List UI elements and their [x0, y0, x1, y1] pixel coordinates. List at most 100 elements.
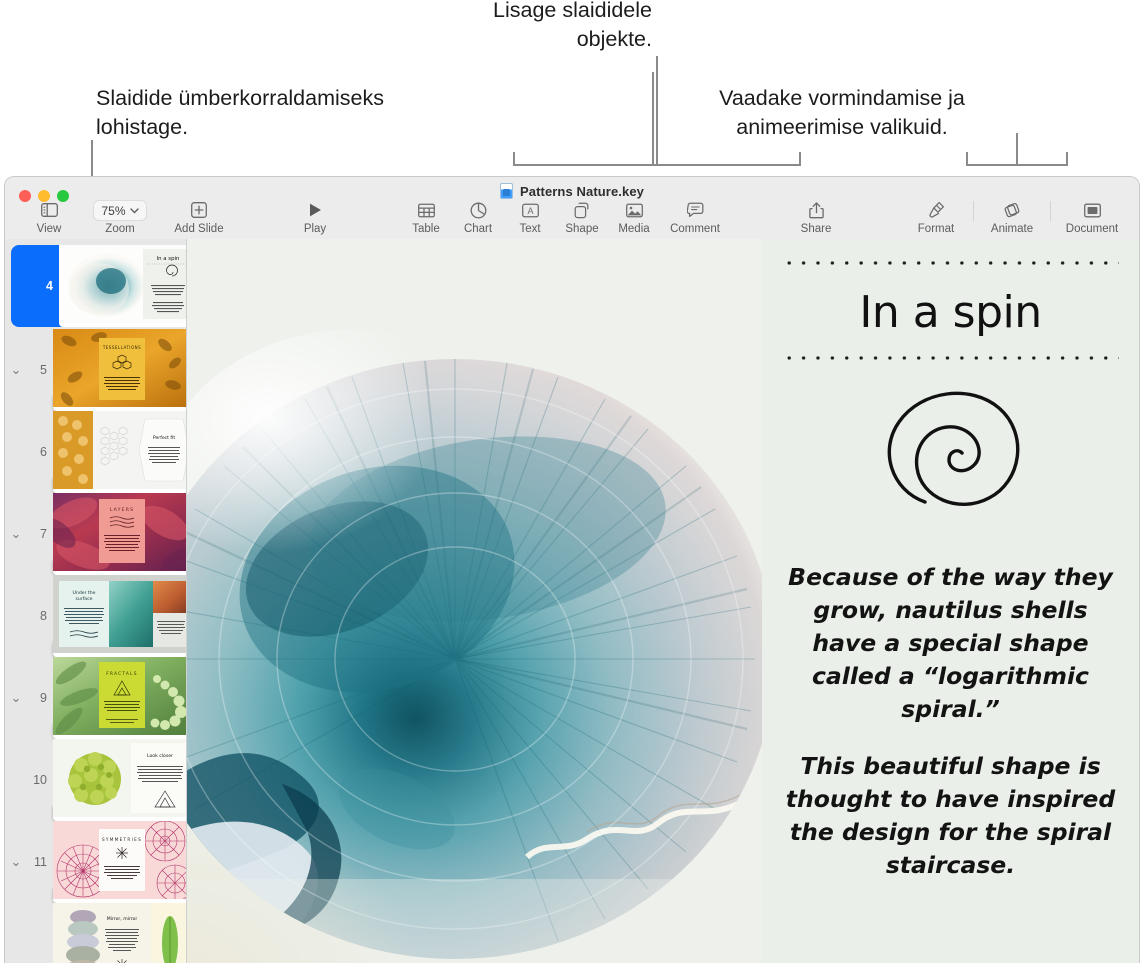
logarithmic-spiral-icon[interactable]	[863, 378, 1039, 525]
zoom-label: Zoom	[105, 223, 134, 235]
slide-text-panel[interactable]: In a spin Because of the way they grow, …	[762, 239, 1139, 963]
slide-paragraph-2[interactable]: This beautiful shape is thought to have …	[782, 750, 1119, 882]
slide-disclosure-9[interactable]: ⌄	[5, 690, 27, 706]
slide-thumbnail-12[interactable]: Mirror, mirror	[5, 903, 186, 963]
shapes-icon	[574, 199, 591, 221]
keynote-document-icon	[500, 183, 513, 199]
leader-line-format-left	[652, 72, 654, 164]
view-button[interactable]: View	[19, 199, 79, 235]
window-titlebar: Patterns Nature.key	[5, 177, 1139, 240]
callout-reorder-slides: Slaidide ümberkorraldamiseks lohistage.	[96, 84, 496, 142]
insert-text-button[interactable]: A Text	[504, 199, 556, 235]
zoom-control[interactable]: 75% Zoom	[83, 199, 157, 235]
slide-number-5: 5	[27, 363, 47, 377]
slide-disclosure-11[interactable]: ⌄	[5, 854, 27, 870]
format-label: Format	[918, 223, 954, 235]
slide-number-9: 9	[27, 691, 47, 705]
screenshot-root: Slaidide ümberkorraldamiseks lohistage. …	[0, 0, 1144, 963]
slide-thumb-wrap-8: Under the surface	[53, 575, 187, 658]
keynote-window: Patterns Nature.key	[4, 176, 1140, 963]
sidebar-icon	[41, 199, 58, 221]
current-slide[interactable]: In a spin Because of the way they grow, …	[187, 239, 1139, 963]
insert-comment-button[interactable]: Comment	[660, 199, 730, 235]
plus-box-icon	[191, 199, 207, 221]
insert-chart-label: Chart	[464, 223, 492, 235]
play-label: Play	[304, 223, 326, 235]
share-button[interactable]: Share	[786, 199, 846, 235]
document-title: Patterns Nature.key	[520, 184, 644, 199]
slide-thumb-wrap-7: LAYERS	[53, 493, 187, 576]
leader-bracket-format-left-tick	[966, 152, 968, 166]
slide-thumbnail-11[interactable]: ⌄ 11	[5, 821, 186, 903]
spiral-graphic-holder	[776, 378, 1125, 525]
slide-thumbnail-7[interactable]: ⌄ 7	[5, 493, 186, 575]
view-label: View	[37, 223, 62, 235]
toolbar-separator-2	[1050, 201, 1051, 221]
document-button[interactable]: Document	[1057, 199, 1127, 235]
slide-thumbnail-4[interactable]: 4	[11, 245, 180, 327]
slide-thumb-image-8: Under the surface	[53, 640, 187, 657]
slide-thumb-image-10: Look closer	[53, 804, 187, 821]
insert-shape-button[interactable]: Shape	[556, 199, 608, 235]
document-label: Document	[1066, 223, 1118, 235]
slide-disclosure-7[interactable]: ⌄	[5, 526, 27, 542]
animate-button[interactable]: Animate	[980, 199, 1044, 235]
slide-canvas[interactable]: In a spin Because of the way they grow, …	[187, 239, 1139, 963]
window-body: 4	[5, 239, 1139, 963]
slide-number-11: 11	[27, 855, 47, 869]
insert-table-button[interactable]: Table	[400, 199, 452, 235]
slide-disclosure-5[interactable]: ⌄	[5, 362, 27, 378]
insert-chart-button[interactable]: Chart	[452, 199, 504, 235]
slide-title[interactable]: In a spin	[776, 287, 1125, 338]
dotted-rule-bottom	[782, 356, 1119, 360]
callout-format-animate: Vaadake vormindamise ja animeerimise val…	[672, 84, 1012, 142]
slide-thumbnail-10[interactable]: 10	[5, 739, 186, 821]
slide-thumb-wrap-10: Look closer	[53, 739, 187, 822]
pie-chart-icon	[470, 199, 487, 221]
paintbrush-icon	[927, 199, 945, 221]
slide-thumbnail-6[interactable]: 6	[5, 411, 186, 493]
zoom-value-pill[interactable]: 75%	[93, 199, 146, 221]
slide-number-4: 4	[33, 279, 53, 293]
document-title-group: Patterns Nature.key	[5, 183, 1139, 199]
toolbar-separator-1	[973, 201, 974, 221]
slide-thumbnail-5[interactable]: ⌄ 5	[5, 329, 186, 411]
callout-add-objects: Lisage slaididele objekte.	[400, 0, 652, 54]
slide-thumb-wrap-9: FRACTALS	[53, 657, 187, 740]
slide-thumb-wrap-5: TESSELLATIONS	[53, 329, 187, 412]
insert-table-label: Table	[412, 223, 440, 235]
slide-thumb-image-9: FRACTALS	[53, 722, 187, 739]
slide-paragraph-1[interactable]: Because of the way they grow, nautilus s…	[782, 561, 1119, 726]
insert-text-label: Text	[519, 223, 540, 235]
zoom-value: 75%	[101, 204, 125, 218]
main-toolbar: View 75% Zoom	[5, 199, 1139, 239]
insert-media-label: Media	[618, 223, 649, 235]
format-button[interactable]: Format	[905, 199, 967, 235]
slide-thumb-image-4: In a spin	[59, 310, 187, 327]
slide-thumb-image-11: SYMMETRIES	[53, 886, 187, 903]
slide-thumbnail-8[interactable]: 8	[5, 575, 186, 657]
play-button[interactable]: Play	[289, 199, 341, 235]
insert-shape-label: Shape	[565, 223, 598, 235]
slide-thumb-image-5: TESSELLATIONS	[53, 394, 187, 411]
leader-bracket-add-objects-left-tick	[513, 152, 515, 166]
animate-label: Animate	[991, 223, 1033, 235]
nautilus-shell-photo[interactable]	[187, 239, 762, 963]
leader-bracket-add-objects-right-tick	[799, 152, 801, 166]
document-icon	[1084, 199, 1101, 221]
slide-thumb-image-6: Perfect fit	[53, 476, 187, 493]
add-slide-label: Add Slide	[174, 223, 223, 235]
slide-number-10: 10	[27, 773, 47, 787]
share-upload-icon	[809, 199, 824, 221]
leader-line-format-animate	[1016, 133, 1018, 166]
photo-icon	[626, 199, 643, 221]
slide-thumb-image-7: LAYERS	[53, 558, 187, 575]
insert-media-button[interactable]: Media	[608, 199, 660, 235]
slide-navigator[interactable]: 4	[5, 239, 187, 963]
animate-diamond-icon	[1003, 199, 1022, 221]
add-slide-button[interactable]: Add Slide	[161, 199, 237, 235]
slide-number-8: 8	[27, 609, 47, 623]
slide-number-6: 6	[27, 445, 47, 459]
dotted-rule-top	[782, 261, 1119, 265]
slide-thumbnail-9[interactable]: ⌄ 9	[5, 657, 186, 739]
